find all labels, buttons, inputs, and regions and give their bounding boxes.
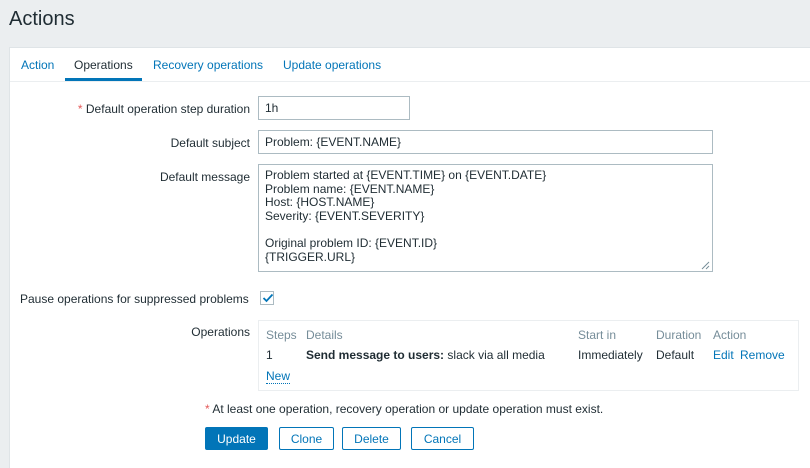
- warning-marker: *: [205, 402, 210, 416]
- checkmark-icon: [262, 293, 274, 303]
- step-duration-input[interactable]: [258, 96, 410, 120]
- row-details-rest: slack via all media: [444, 348, 545, 362]
- delete-button[interactable]: Delete: [342, 427, 401, 450]
- row-steps: 1: [266, 348, 273, 362]
- step-duration-label-text: Default operation step duration: [85, 102, 250, 116]
- resize-grip-icon[interactable]: [701, 261, 710, 270]
- validation-warning: * At least one operation, recovery opera…: [205, 402, 603, 416]
- row-details-bold: Send message to users:: [306, 348, 445, 362]
- warning-text: At least one operation, recovery operati…: [212, 402, 604, 416]
- pause-label: Pause operations for suppressed problems: [20, 292, 249, 306]
- col-header-start-in: Start in: [578, 328, 617, 342]
- subject-input[interactable]: [258, 130, 713, 154]
- col-header-duration: Duration: [656, 328, 702, 342]
- tab-operations[interactable]: Operations: [74, 58, 133, 72]
- row-details: Send message to users: slack via all med…: [306, 348, 545, 362]
- pause-checkbox[interactable]: [260, 291, 274, 305]
- step-duration-label: * Default operation step duration: [78, 102, 250, 116]
- col-header-action: Action: [713, 328, 747, 342]
- tab-update-operations[interactable]: Update operations: [283, 58, 381, 72]
- row-start-in: Immediately: [578, 348, 643, 362]
- active-tab-indicator: [65, 78, 142, 81]
- action-form-panel: Action Operations Recovery operations Up…: [9, 47, 810, 468]
- col-header-steps: Steps: [266, 328, 297, 342]
- message-textarea[interactable]: Problem started at {EVENT.TIME} on {EVEN…: [258, 164, 713, 272]
- message-label: Default message: [159, 170, 250, 184]
- tab-recovery-operations[interactable]: Recovery operations: [153, 58, 263, 72]
- tab-action[interactable]: Action: [21, 58, 54, 72]
- page-title: Actions: [9, 8, 75, 30]
- new-operation-link[interactable]: New: [266, 369, 291, 384]
- operations-label: Operations: [191, 325, 250, 339]
- remove-operation-link[interactable]: Remove: [740, 348, 785, 362]
- required-marker: *: [77, 102, 83, 116]
- clone-button[interactable]: Clone: [279, 427, 334, 450]
- tab-bar: Action Operations Recovery operations Up…: [10, 48, 810, 82]
- operations-table: Steps Details Start in Duration Action 1…: [258, 320, 799, 391]
- update-button[interactable]: Update: [205, 427, 268, 450]
- col-header-details: Details: [306, 328, 343, 342]
- row-duration: Default: [656, 348, 695, 362]
- edit-operation-link[interactable]: Edit: [713, 348, 734, 362]
- cancel-button[interactable]: Cancel: [411, 427, 474, 450]
- subject-label: Default subject: [170, 136, 250, 150]
